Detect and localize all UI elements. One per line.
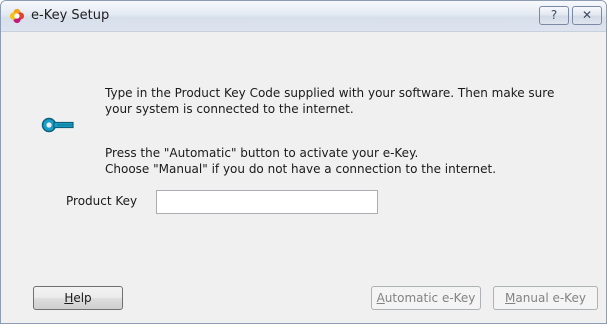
dialog-body: Type in the Product Key Code supplied wi… [1, 32, 606, 323]
title-bar[interactable]: e-Key Setup ? ✕ [1, 1, 606, 32]
close-titlebar-button[interactable]: ✕ [572, 6, 602, 25]
product-key-label: Product Key [66, 194, 138, 208]
manual-accel: M [505, 291, 516, 305]
auto-rest: utomatic e-Key [384, 291, 476, 305]
instruction-line-1: Type in the Product Key Code supplied wi… [105, 86, 555, 100]
auto-accel: A [376, 291, 385, 305]
help-icon: ? [550, 8, 558, 22]
help-rest: elp [73, 291, 92, 305]
help-titlebar-button[interactable]: ? [539, 6, 569, 25]
setup-flower-icon [9, 8, 25, 24]
automatic-ekey-button[interactable]: Automatic e-Key [371, 286, 481, 310]
key-icon [41, 117, 74, 133]
window-title: e-Key Setup [31, 8, 110, 23]
manual-rest: anual e-Key [515, 291, 586, 305]
close-icon: ✕ [581, 8, 593, 22]
help-accel: H [64, 291, 74, 305]
product-key-input[interactable] [156, 190, 378, 214]
instruction-line-3: Press the "Automatic" button to activate… [105, 146, 419, 160]
help-button[interactable]: Help [33, 286, 123, 310]
instruction-line-4: Choose "Manual" if you do not have a con… [105, 162, 497, 176]
manual-ekey-button[interactable]: Manual e-Key [493, 286, 598, 310]
setup-dialog: e-Key Setup ? ✕ Type in the Product Key … [0, 0, 607, 324]
instruction-line-2: your system is connected to the internet… [105, 102, 354, 116]
